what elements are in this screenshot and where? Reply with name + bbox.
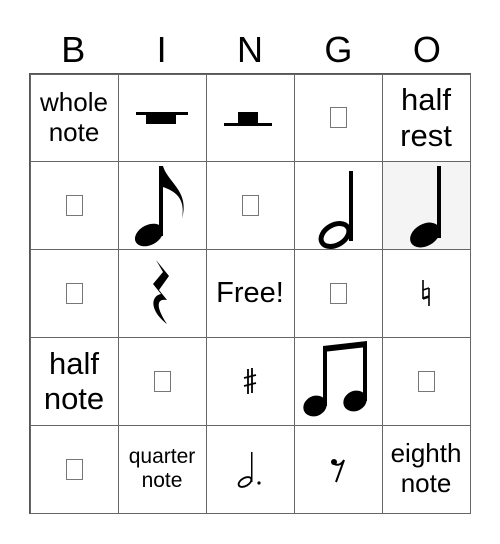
whole-rest-icon — [132, 103, 192, 133]
header-letter: I — [156, 29, 167, 70]
beamed-eighth-notes-icon — [303, 340, 373, 422]
bingo-cell[interactable] — [29, 424, 119, 514]
header-letter: B — [61, 29, 86, 70]
bingo-cell[interactable] — [293, 424, 383, 514]
bingo-cell[interactable]: whole note — [29, 73, 119, 163]
missing-glyph-icon — [65, 282, 83, 304]
natural-sign-icon — [420, 278, 432, 308]
bingo-cell[interactable] — [293, 336, 383, 426]
bingo-cell[interactable] — [205, 161, 295, 251]
cell-text: half rest — [400, 82, 452, 153]
bingo-cell[interactable] — [381, 161, 471, 251]
bingo-cell[interactable] — [117, 249, 207, 338]
bingo-cell[interactable] — [293, 249, 383, 338]
bingo-cell[interactable]: Free! — [205, 249, 295, 338]
missing-glyph-icon — [329, 107, 347, 129]
header-letter: N — [237, 29, 264, 70]
header-letter: O — [412, 29, 441, 70]
bingo-cell[interactable] — [205, 336, 295, 426]
bingo-cell[interactable]: half rest — [381, 73, 471, 163]
bingo-cell[interactable]: quarter note — [117, 424, 207, 514]
missing-glyph-icon — [241, 195, 259, 217]
bingo-cell[interactable] — [381, 336, 471, 426]
header-letter: G — [324, 29, 353, 70]
bingo-cell[interactable] — [293, 161, 383, 251]
missing-glyph-icon — [153, 370, 171, 392]
bingo-cell[interactable] — [205, 424, 295, 514]
dotted-half-note-icon — [235, 449, 265, 489]
missing-glyph-icon — [417, 370, 435, 392]
eighth-rest-icon — [328, 454, 348, 484]
half-rest-symbol-icon — [220, 103, 280, 133]
bingo-cell[interactable] — [293, 73, 383, 163]
cell-text: half note — [43, 345, 105, 417]
quarter-note-icon — [401, 163, 451, 249]
sharp-sign-icon — [242, 366, 258, 396]
bingo-cell[interactable] — [117, 336, 207, 426]
bingo-header: B I N G O — [29, 28, 471, 72]
bingo-cell[interactable] — [117, 73, 207, 163]
eighth-note-icon — [132, 163, 192, 249]
bingo-cell[interactable] — [29, 161, 119, 251]
cell-text: quarter note — [128, 444, 196, 493]
cell-text: whole note — [40, 87, 108, 147]
missing-glyph-icon — [329, 282, 347, 304]
bingo-cell[interactable] — [29, 249, 119, 338]
missing-glyph-icon — [65, 195, 83, 217]
bingo-cell[interactable] — [205, 73, 295, 163]
missing-glyph-icon — [65, 458, 83, 480]
half-note-icon — [313, 163, 363, 249]
quarter-rest-icon — [147, 258, 177, 328]
bingo-cell[interactable] — [381, 249, 471, 338]
bingo-cell[interactable] — [117, 161, 207, 251]
bingo-cell[interactable]: eighth note — [381, 424, 471, 514]
cell-text: Free! — [216, 276, 284, 309]
bingo-grid: whole note half rest Free! half note quarter… — [29, 73, 471, 514]
cell-text: eighth note — [390, 438, 462, 499]
bingo-cell[interactable]: half note — [29, 336, 119, 426]
